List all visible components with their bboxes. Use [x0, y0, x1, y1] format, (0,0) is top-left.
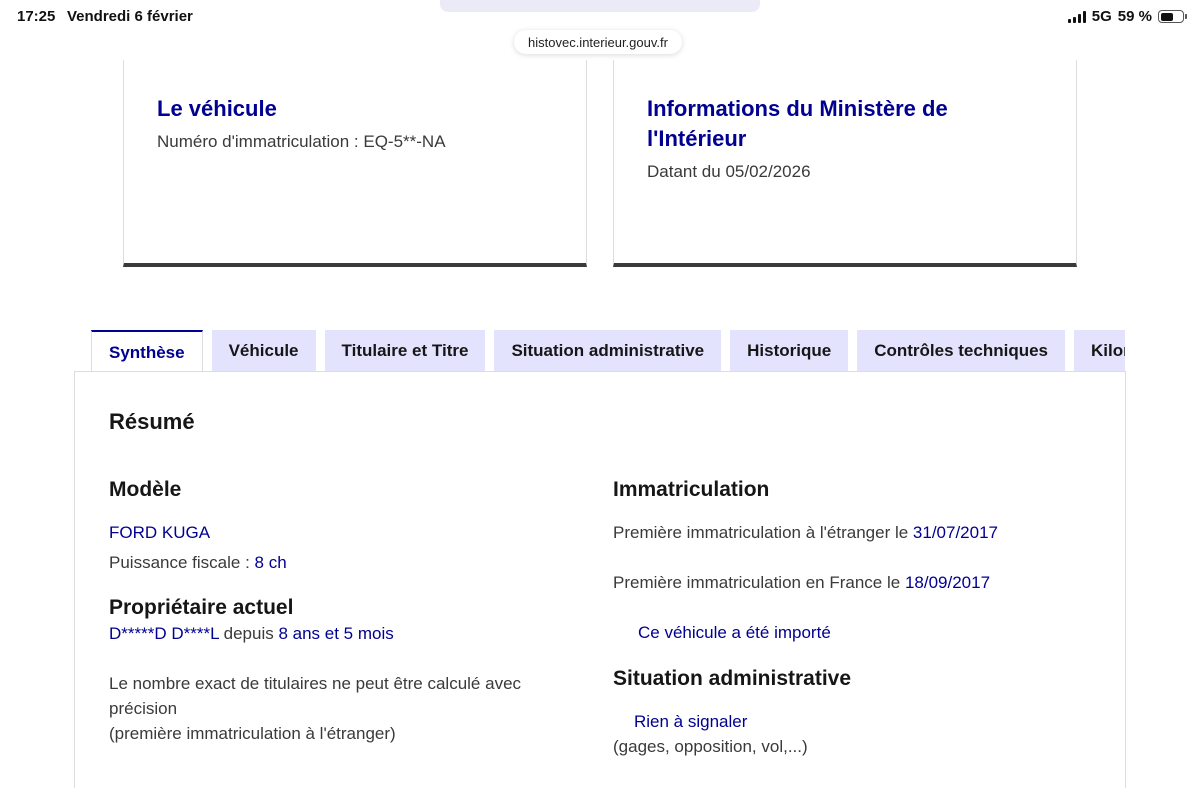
model-heading: Modèle [109, 478, 182, 501]
summary-right-column: Immatriculation Première immatriculation… [613, 477, 1093, 759]
tab-vehicule[interactable]: Véhicule [211, 330, 316, 372]
first-registration-foreign: Première immatriculation à l'étranger le… [613, 520, 1093, 545]
ministry-card-title: Informations du Ministère de l'Intérieur [647, 96, 948, 151]
battery-icon [1158, 10, 1187, 23]
vehicle-card: Le véhicule Numéro d'immatriculation : E… [123, 60, 587, 267]
owner-heading: Propriétaire actuel [109, 596, 294, 619]
signal-icon [1067, 10, 1086, 23]
model-name: FORD KUGA [109, 523, 211, 542]
status-date: Vendredi 6 février [67, 8, 193, 25]
owner-since-label: depuis [218, 624, 279, 643]
france-registration-label: Première immatriculation en France le [613, 573, 905, 592]
fiscal-power-value: 8 ch [254, 553, 287, 572]
url-bar[interactable]: histovec.interieur.gouv.fr [514, 30, 682, 54]
battery-percent: 59 % [1117, 8, 1152, 25]
first-registration-france: Première immatriculation en France le 18… [613, 570, 1093, 595]
registration-heading: Immatriculation [613, 478, 770, 501]
synthese-panel: Résumé Modèle FORD KUGA Puissance fiscal… [74, 371, 1126, 788]
network-type: 5G [1091, 8, 1112, 25]
foreign-registration-date: 31/07/2017 [912, 523, 999, 542]
tab-kilometrage[interactable]: Kilométrage [1074, 330, 1125, 372]
status-right: 5G 59 % [1067, 8, 1187, 25]
fiscal-power: Puissance fiscale : 8 ch [109, 550, 579, 575]
tab-synthese[interactable]: Synthèse [91, 330, 203, 372]
france-registration-date: 18/09/2017 [904, 573, 991, 592]
tab-controles[interactable]: Contrôles techniques [857, 330, 1066, 372]
summary-left-column: Modèle FORD KUGA Puissance fiscale : 8 c… [109, 477, 579, 746]
ministry-card: Informations du Ministère de l'Intérieur… [613, 60, 1077, 267]
admin-status: Rien à signaler [634, 712, 748, 731]
fiscal-power-label: Puissance fiscale : [109, 553, 255, 572]
admin-heading: Situation administrative [613, 667, 852, 690]
tab-bar-handle[interactable] [440, 0, 760, 12]
status-time: 17:25 [17, 8, 56, 25]
plate-number: Numéro d'immatriculation : EQ-5**-NA [157, 132, 446, 151]
summary-heading: Résumé [109, 409, 195, 434]
owner-name: D*****D D****L [109, 624, 219, 643]
owner-line: D*****D D****L depuis 8 ans et 5 mois [109, 621, 579, 646]
owner-duration: 8 ans et 5 mois [278, 624, 394, 643]
ministry-date: Datant du 05/02/2026 [647, 162, 811, 181]
vehicle-card-title: Le véhicule [157, 96, 277, 121]
tab-list: Synthèse Véhicule Titulaire et Titre Situat… [91, 330, 1125, 372]
owner-note-foreign: (première immatriculation à l'étranger) [109, 724, 396, 743]
foreign-registration-label: Première immatriculation à l'étranger le [613, 523, 913, 542]
admin-detail: (gages, opposition, vol,...) [613, 737, 808, 756]
tab-titulaire[interactable]: Titulaire et Titre [324, 330, 486, 372]
imported-notice: Ce véhicule a été importé [638, 623, 831, 642]
tab-historique[interactable]: Historique [730, 330, 849, 372]
tab-situation[interactable]: Situation administrative [494, 330, 722, 372]
url-text: histovec.interieur.gouv.fr [528, 34, 668, 50]
owner-note: Le nombre exact de titulaires ne peut êt… [109, 674, 522, 718]
